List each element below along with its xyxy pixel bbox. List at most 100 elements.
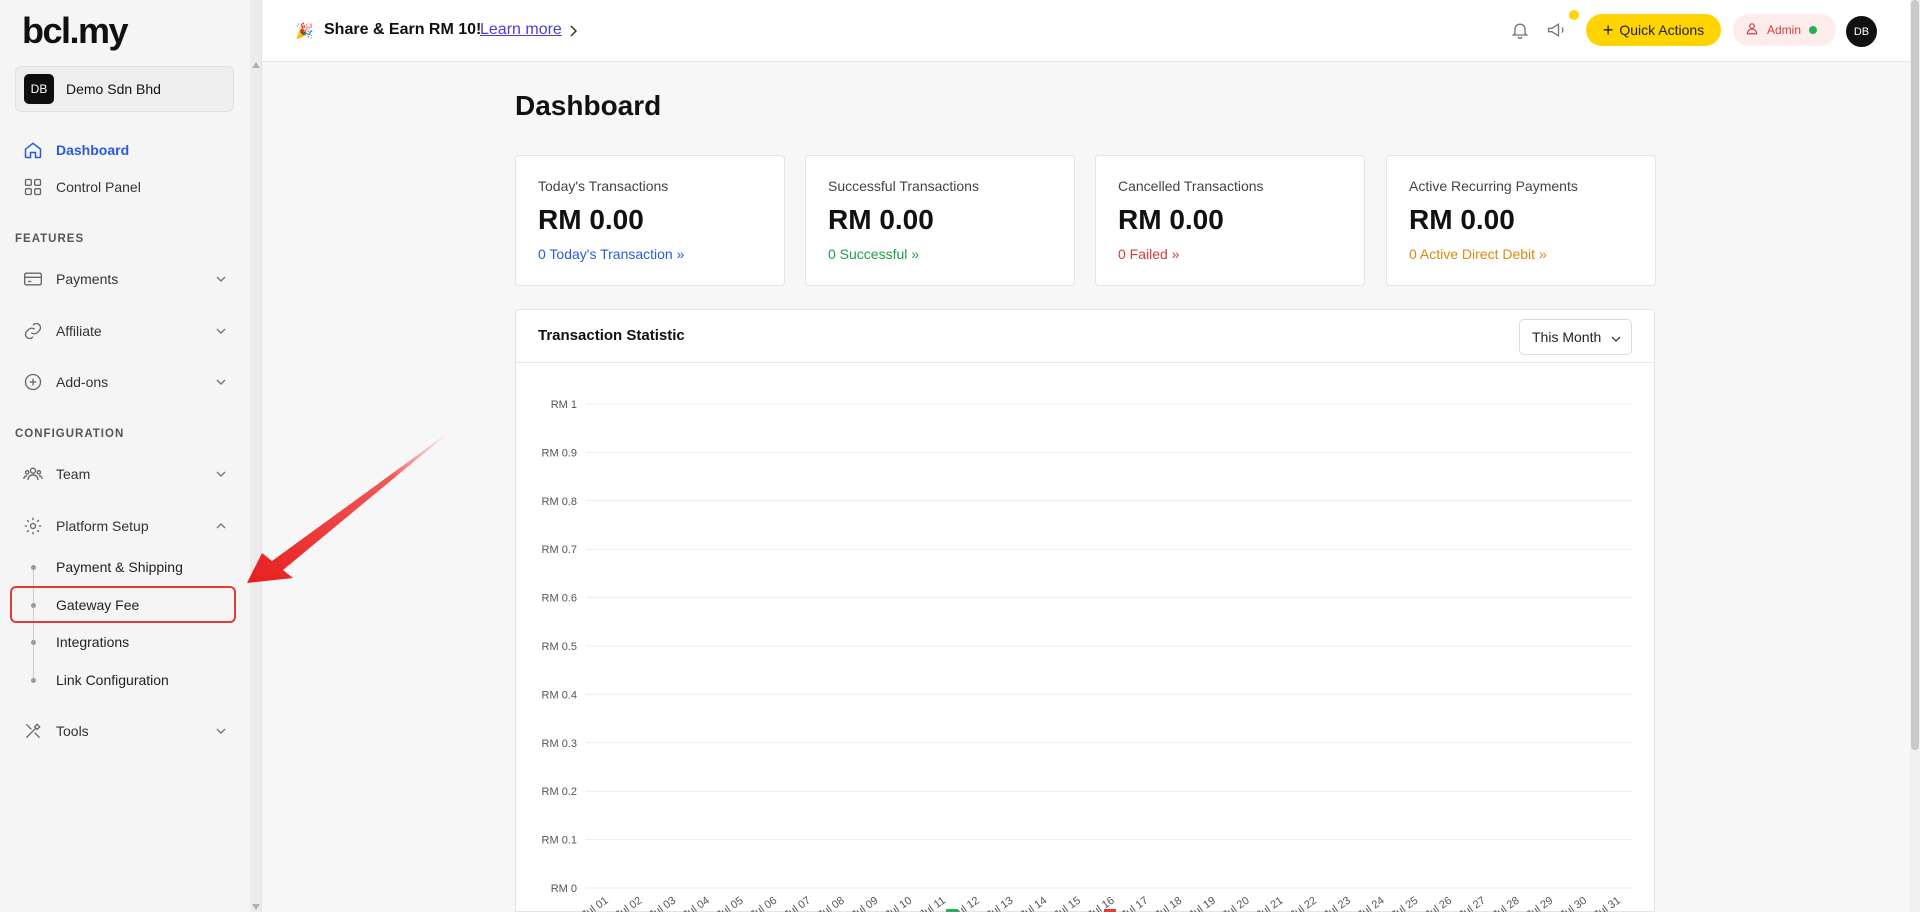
user-avatar[interactable]: DB [1846, 16, 1877, 47]
x-tick-label: Jul 20 [1221, 895, 1252, 912]
credit-card-icon [22, 268, 44, 290]
chevron-down-icon [215, 273, 227, 285]
submenu-dot [31, 565, 36, 570]
chevron-down-icon [215, 468, 227, 480]
card-value: RM 0.00 [1118, 204, 1224, 235]
scroll-up-icon[interactable] [252, 62, 260, 68]
quick-actions-label: Quick Actions [1619, 22, 1705, 38]
card-link[interactable]: 0 Failed » [1118, 246, 1342, 262]
stat-card-recurring: Active Recurring Payments RM 0.00 0 Acti… [1386, 155, 1656, 286]
x-tick-label: Jul 04 [681, 895, 712, 912]
card-link[interactable]: 0 Active Direct Debit » [1409, 246, 1633, 262]
page-title: Dashboard [515, 90, 662, 121]
sidebar-item-label: Tools [56, 723, 89, 739]
card-link[interactable]: 0 Successful » [828, 246, 1052, 262]
chart-title: Transaction Statistic [538, 327, 685, 344]
x-tick-label: Jul 21 [1254, 895, 1285, 912]
x-tick-label: Jul 09 [850, 895, 881, 912]
card-value: RM 0.00 [828, 204, 934, 235]
chevron-right-icon[interactable] [570, 24, 578, 42]
users-icon [22, 463, 44, 485]
x-tick-label: Jul 06 [748, 895, 779, 912]
sidebar-subitem-link-configuration[interactable]: Link Configuration [56, 670, 169, 690]
admin-badge[interactable]: Admin [1733, 14, 1836, 46]
link-icon [22, 320, 44, 342]
sidebar-item-label: Add-ons [56, 374, 109, 390]
y-tick-label: RM 0.9 [542, 447, 577, 459]
learn-more-link[interactable]: Learn more [480, 21, 562, 39]
online-status-dot [1809, 26, 1818, 34]
sidebar: bcl.my DB Demo Sdn Bhd Dashboard Control… [0, 0, 250, 912]
y-tick-label: RM 0.3 [542, 738, 577, 750]
submenu-dot [31, 640, 36, 645]
sidebar-item-label: Payments [56, 271, 119, 287]
sidebar-item-add-ons[interactable]: Add-ons [22, 370, 227, 394]
y-tick-label: RM 0.5 [542, 641, 577, 653]
transaction-chart-panel: Transaction Statistic This Month RM 0 RM … [515, 309, 1655, 912]
x-tick-label: Jul 18 [1153, 895, 1184, 912]
sidebar-subitem-integrations[interactable]: Integrations [56, 632, 129, 652]
x-tick-label: Jul 13 [985, 895, 1016, 912]
x-tick-label: Jul 03 [647, 895, 678, 912]
x-tick-label: Jul 27 [1457, 895, 1488, 912]
top-header: 🎉 Share & Earn RM 10! Learn more + Quick… [263, 0, 1910, 62]
y-tick-label: RM 0.4 [542, 689, 577, 701]
user-icon [1745, 21, 1759, 39]
x-tick-label: Jul 31 [1592, 895, 1623, 912]
card-link[interactable]: 0 Today's Transaction » [538, 246, 762, 262]
sidebar-item-platform-setup[interactable]: Platform Setup [22, 514, 227, 538]
card-label: Successful Transactions [828, 178, 979, 194]
y-tick-label: RM 0.1 [542, 835, 577, 847]
sidebar-subitem-payment-shipping[interactable]: Payment & Shipping [56, 557, 183, 577]
x-tick-label: Jul 10 [883, 895, 914, 912]
admin-label: Admin [1767, 23, 1802, 37]
y-tick-label: RM 0.2 [542, 786, 577, 798]
org-avatar: DB [24, 74, 54, 104]
scroll-down-icon[interactable] [252, 904, 260, 910]
period-select[interactable]: This Month [1519, 319, 1632, 355]
sidebar-item-payments[interactable]: Payments [22, 267, 227, 291]
sidebar-scrollbar[interactable] [250, 0, 262, 912]
sidebar-item-team[interactable]: Team [22, 462, 227, 486]
x-tick-label: Jul 15 [1052, 895, 1083, 912]
x-tick-label: Jul 11 [918, 895, 948, 912]
megaphone-icon[interactable] [1545, 20, 1567, 45]
logo[interactable]: bcl.my [22, 10, 129, 52]
sidebar-item-affiliate[interactable]: Affiliate [22, 319, 227, 343]
x-tick-label: Jul 29 [1524, 895, 1555, 912]
bell-icon[interactable] [1510, 20, 1530, 45]
period-select-value: This Month [1532, 329, 1602, 345]
card-value: RM 0.00 [1409, 204, 1515, 235]
gear-icon [22, 515, 44, 537]
sidebar-item-label: Affiliate [56, 323, 102, 339]
chevron-down-icon [215, 725, 227, 737]
notification-dot [1569, 10, 1579, 20]
x-tick-label: Jul 05 [715, 895, 746, 912]
section-label-configuration: CONFIGURATION [15, 428, 125, 440]
chevron-up-icon [215, 520, 227, 532]
y-tick-label: RM 0.6 [542, 593, 577, 605]
sidebar-item-label: Control Panel [56, 179, 141, 195]
y-tick-label: RM 0.7 [542, 544, 577, 556]
x-tick-label: Jul 01 [580, 895, 611, 912]
x-tick-label: Jul 30 [1558, 895, 1589, 912]
home-icon [22, 139, 44, 161]
card-label: Active Recurring Payments [1409, 178, 1578, 194]
quick-actions-button[interactable]: + Quick Actions [1586, 14, 1721, 46]
grid-icon [22, 176, 44, 198]
transaction-line-chart: RM 0 RM 0.1 RM 0.2 RM 0.3 RM 0.4 RM 0.5 RM 0.6… [542, 399, 1632, 912]
main-scrollbar[interactable] [1910, 0, 1920, 912]
plus-icon: + [1602, 20, 1614, 40]
party-popper-icon: 🎉 [295, 23, 314, 40]
y-tick-label: RM 0 [551, 883, 577, 895]
card-value: RM 0.00 [538, 204, 644, 235]
sidebar-item-tools[interactable]: Tools [22, 719, 227, 743]
highlight-box [10, 586, 236, 623]
scrollbar-thumb[interactable] [1911, 0, 1919, 750]
sidebar-item-control-panel[interactable]: Control Panel [22, 175, 227, 199]
org-switcher[interactable]: DB Demo Sdn Bhd [15, 66, 234, 112]
sidebar-item-dashboard[interactable]: Dashboard [22, 138, 227, 162]
promo-text: Share & Earn RM 10! [324, 21, 482, 38]
chart-header: Transaction Statistic This Month [516, 310, 1654, 363]
x-tick-label: Jul 24 [1356, 895, 1387, 912]
